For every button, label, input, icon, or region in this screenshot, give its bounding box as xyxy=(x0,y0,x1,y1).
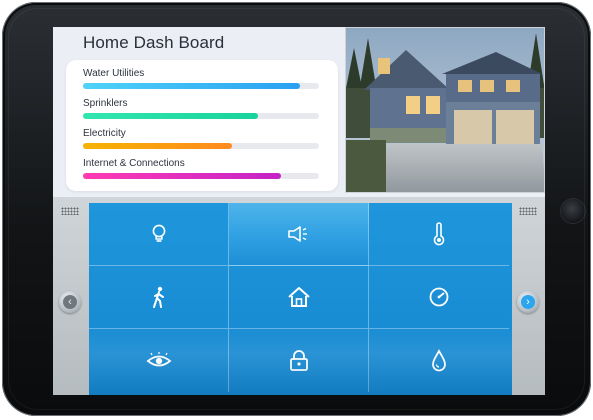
metric-label: Water Utilities xyxy=(83,68,145,79)
tile-motion[interactable] xyxy=(89,266,229,329)
metric-label: Electricity xyxy=(83,128,126,139)
tile-temperature[interactable] xyxy=(369,203,509,266)
speaker-icon xyxy=(287,226,307,242)
light-bulb-icon xyxy=(152,224,165,242)
tile-home[interactable] xyxy=(229,266,369,329)
metric-label: Sprinklers xyxy=(83,98,128,109)
dashboard-top-section: Home Dash Board Water Utilities Sprinkle… xyxy=(53,27,545,197)
gauge-icon xyxy=(429,287,449,307)
metric-internet-connections: Internet & Connections xyxy=(83,158,319,179)
tile-security[interactable] xyxy=(229,329,369,392)
metric-sprinklers: Sprinklers xyxy=(83,98,319,119)
chevron-right-icon: › xyxy=(521,295,535,309)
progress-track xyxy=(83,83,319,89)
utilities-card: Water Utilities Sprinklers Electricity I… xyxy=(66,60,338,191)
home-icon xyxy=(287,287,310,307)
controls-grid xyxy=(89,203,512,395)
tile-lighting[interactable] xyxy=(89,203,229,266)
tablet-screen: Home Dash Board Water Utilities Sprinkle… xyxy=(53,27,545,395)
chevron-left-icon: ‹ xyxy=(63,295,77,309)
eye-icon xyxy=(146,351,171,366)
lock-icon xyxy=(289,349,308,371)
progress-fill xyxy=(83,143,232,149)
progress-fill xyxy=(83,113,258,119)
walking-person-icon xyxy=(152,286,164,308)
control-section: ‹ › xyxy=(53,197,545,395)
progress-track xyxy=(83,113,319,119)
house-photo xyxy=(345,27,545,193)
progress-track xyxy=(83,173,319,179)
progress-fill xyxy=(83,83,301,89)
tile-surveillance[interactable] xyxy=(89,329,229,392)
speaker-grille-right xyxy=(519,207,537,215)
progress-track xyxy=(83,143,319,149)
metric-electricity: Electricity xyxy=(83,128,319,149)
metric-label: Internet & Connections xyxy=(83,158,185,169)
speaker-grille-left xyxy=(61,207,79,215)
home-button[interactable] xyxy=(561,199,585,223)
thermometer-icon xyxy=(433,222,445,246)
metric-water-utilities: Water Utilities xyxy=(83,68,319,89)
tile-audio[interactable] xyxy=(229,203,369,266)
progress-fill xyxy=(83,173,282,179)
tablet-frame: Home Dash Board Water Utilities Sprinkle… xyxy=(2,2,591,416)
next-button[interactable]: › xyxy=(517,291,539,313)
prev-button[interactable]: ‹ xyxy=(59,291,81,313)
tile-water[interactable] xyxy=(369,329,509,392)
panel-gloss xyxy=(89,326,512,395)
page-title: Home Dash Board xyxy=(83,33,225,52)
tile-meter[interactable] xyxy=(369,266,509,329)
water-drop-icon xyxy=(432,348,446,371)
